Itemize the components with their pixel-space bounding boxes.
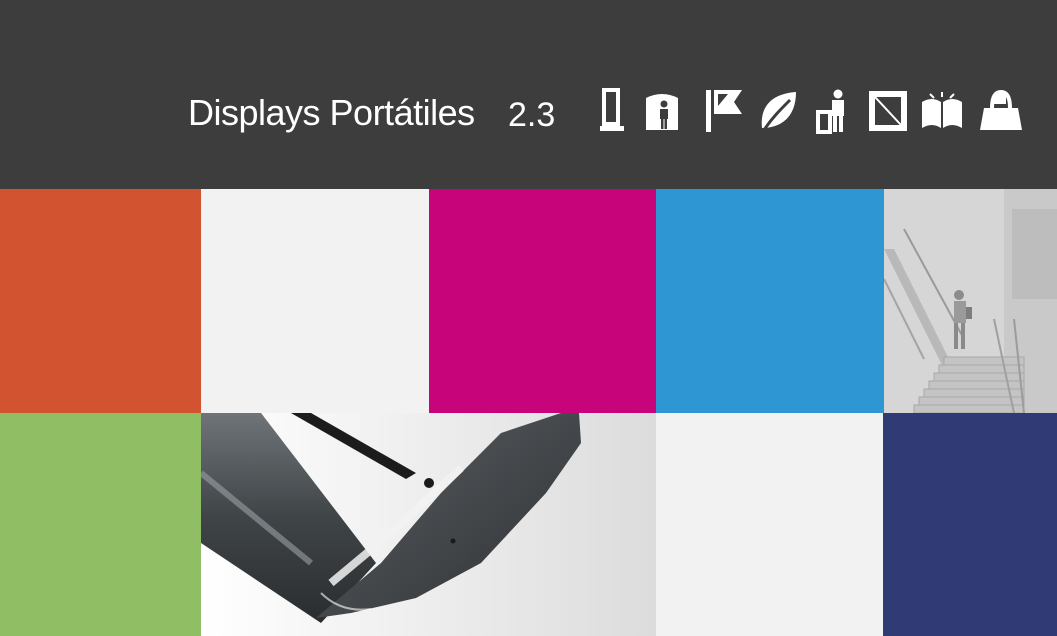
display-stand-base-photo: [201, 413, 656, 636]
leaf-icon: [761, 92, 796, 131]
frame-icon: [869, 91, 907, 131]
color-tile-magenta: [429, 189, 656, 413]
person-display-icon: [646, 94, 678, 130]
color-tile-green: [0, 413, 201, 636]
color-tile-blue: [656, 189, 884, 413]
page-title: Displays Portátiles: [188, 92, 475, 133]
rollup-banner-icon: [600, 88, 624, 131]
open-book-icon: [922, 92, 962, 128]
flag-icon: [706, 90, 742, 132]
color-tile-navy: [883, 413, 1057, 636]
color-tile-light-grey: [201, 189, 429, 413]
color-tile-light-grey-2: [656, 413, 883, 636]
bag-icon: [980, 89, 1022, 130]
stairway-photo: [884, 189, 1057, 413]
person-counter-icon: [816, 89, 844, 134]
category-icon-bar: [598, 88, 1028, 136]
color-tile-orange: [0, 189, 201, 413]
section-number: 2.3: [508, 96, 556, 134]
page-header: Displays Portátiles 2.3: [0, 0, 1057, 189]
